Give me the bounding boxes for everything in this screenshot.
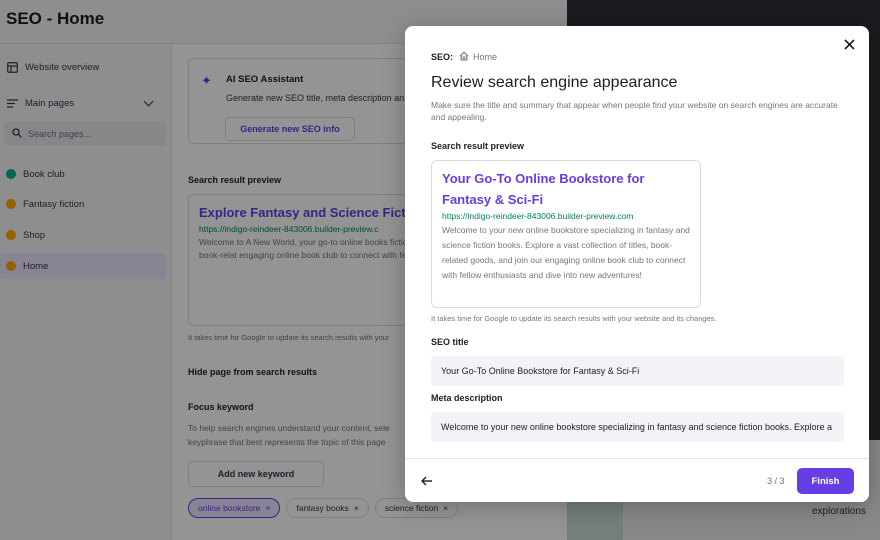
close-icon[interactable] xyxy=(841,36,857,52)
preview-url: https://indigo-reindeer-843006.builder-p… xyxy=(442,211,634,221)
meta-description-input[interactable] xyxy=(431,412,844,442)
preview-description: Welcome to your new online bookstore spe… xyxy=(442,225,690,280)
meta-description-label: Meta description xyxy=(431,393,503,403)
dialog-subtitle: Make sure the title and summary that app… xyxy=(431,100,838,122)
home-icon xyxy=(459,51,469,63)
preview-title: Your Go-To Online Bookstore for Fantasy … xyxy=(442,171,645,207)
breadcrumb-key: SEO: xyxy=(431,52,454,62)
preview-note: It takes time for Google to update its s… xyxy=(431,314,717,323)
seo-title-input[interactable] xyxy=(431,356,844,386)
breadcrumb-page-label: Home xyxy=(473,52,498,62)
back-arrow-icon[interactable] xyxy=(421,473,433,489)
breadcrumb: SEO: Home xyxy=(431,51,497,63)
seo-title-label: SEO title xyxy=(431,337,469,347)
finish-button[interactable]: Finish xyxy=(797,468,854,494)
seo-review-dialog: SEO: Home Review search engine appearanc… xyxy=(405,26,869,502)
search-preview-label: Search result preview xyxy=(431,141,525,151)
breadcrumb-page: Home xyxy=(459,51,497,63)
dialog-title: Review search engine appearance xyxy=(431,74,678,91)
step-counter: 3 / 3 xyxy=(767,476,785,486)
search-preview-card: Your Go-To Online Bookstore for Fantasy … xyxy=(431,160,701,308)
dialog-footer: 3 / 3 Finish xyxy=(405,458,869,502)
